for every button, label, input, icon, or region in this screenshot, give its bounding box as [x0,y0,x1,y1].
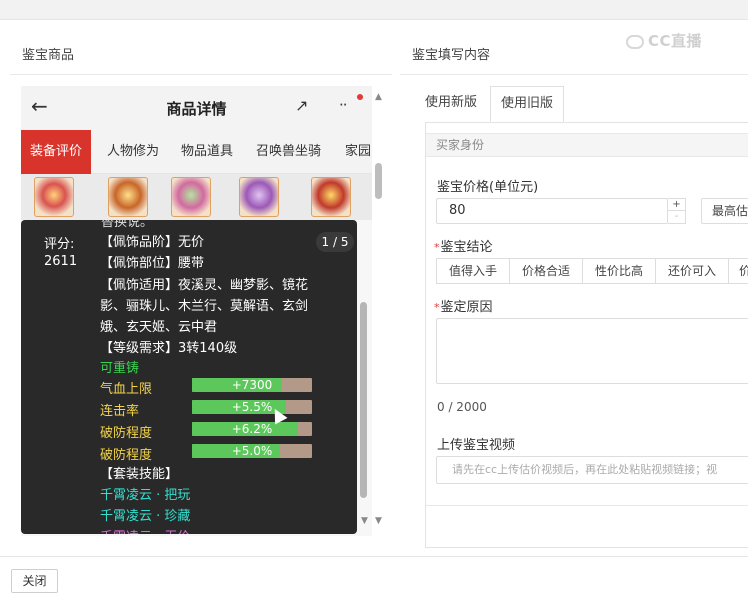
item-thumbnail[interactable] [311,177,351,217]
item-thumbnail[interactable] [171,177,211,217]
reason-label-text: 鉴定原因 [440,300,493,315]
stat-label: 破防程度 [100,448,153,463]
video-link-input[interactable]: 请先在cc上传估价视频后，再在此处粘贴视频链接；视 [436,456,748,484]
item-tooltip: 替换说。 评分: 2611 1 / 5 【佩饰品阶】无价 【佩饰部位】腰带 【佩… [21,220,357,534]
watermark-text: CC直播 [648,32,703,50]
item-thumbnail[interactable] [108,177,148,217]
right-section-title: 鉴宝填写内容 [412,48,491,63]
price-input[interactable]: 80 [436,198,668,224]
conclusion-option-more[interactable]: 价 [728,258,748,284]
notification-dot-icon [357,94,363,100]
buyer-identity-header: 买家身份 [426,133,748,157]
stat-value: +5.5% [231,400,273,414]
phone-header: ← 商品详情 ↗ ·· [21,86,372,130]
tab-items[interactable]: 物品道具 [181,130,233,174]
outer-scrollbar-thumb[interactable] [375,163,382,199]
appraisal-form: 买家身份 鉴宝价格(单位元) 80 + - 最高估 *鉴宝结论 值得入手 价格合… [425,122,748,548]
score-label: 评分: [44,237,75,252]
set-skill: 千霄凌云 · 无价 [100,526,190,534]
increment-button[interactable]: + [668,199,685,211]
tab-home[interactable]: 家园 [345,130,371,174]
top-strip [0,0,748,20]
stat-bar: +5.5% [192,400,312,414]
conclusion-option-negotiable[interactable]: 还价可入 [655,258,729,284]
required-mark: * [434,241,440,254]
attribute-line: 【佩饰品阶】无价 [100,235,205,250]
score-value: 2611 [44,254,78,269]
scroll-down-arrow-icon[interactable]: ▼ [375,516,382,526]
tab-use-new-version[interactable]: 使用新版 [415,86,487,122]
price-label: 鉴宝价格(单位元) [437,180,539,195]
set-skill: 千霄凌云 · 珍藏 [100,509,191,524]
stat-value: +7300 [231,378,273,392]
panel-divider [426,505,748,506]
watermark-logo: CC直播 [626,30,702,51]
item-thumbnails [21,174,372,220]
reason-textarea[interactable] [436,318,748,384]
decrement-button[interactable]: - [668,211,685,223]
stat-bar: +6.2% [192,422,312,436]
cc-logo-icon [626,34,644,49]
phone-title: 商品详情 [166,100,227,118]
conclusion-option-worth-buying[interactable]: 值得入手 [436,258,510,284]
left-divider [10,74,392,75]
stat-bar: +7300 [192,378,312,392]
tab-summon-mounts[interactable]: 召唤兽坐骑 [256,130,321,174]
item-thumbnail[interactable] [34,177,74,217]
tooltip-top-text: 替换说。 [101,220,154,230]
share-icon[interactable]: ↗ [295,96,308,115]
attribute-line: 影、骊珠儿、木兰行、莫解语、玄剑 [100,299,309,314]
reason-label: *鉴定原因 [434,296,493,315]
attribute-line: 【等级需求】3转140级 [100,341,238,356]
tab-equipment-review[interactable]: 装备评价 [21,130,92,174]
page-indicator: 1 / 5 [316,232,354,252]
scroll-down-arrow-icon[interactable]: ▼ [361,516,368,526]
set-skill: 千霄凌云 · 把玩 [100,488,191,503]
char-counter: 0 / 2000 [437,400,487,414]
attribute-line: 娥、玄天姬、云中君 [100,320,218,335]
stat-label: 气血上限 [100,382,153,397]
set-skill-header: 【套装技能】 [100,467,179,482]
more-icon[interactable]: ·· [339,96,347,114]
reforge-label: 可重铸 [100,361,140,376]
stat-value: +5.0% [231,444,273,458]
tab-character-cultivation[interactable]: 人物修为 [107,130,159,174]
video-upload-label: 上传鉴宝视频 [437,438,516,453]
conclusion-option-fair-price[interactable]: 价格合适 [509,258,583,284]
stat-bar: +5.0% [192,444,312,458]
left-section-title: 鉴宝商品 [22,48,75,63]
max-estimate-button[interactable]: 最高估 [701,198,748,224]
stat-value: +6.2% [231,422,273,436]
tab-use-old-version[interactable]: 使用旧版 [490,86,565,122]
item-thumbnail[interactable] [239,177,279,217]
conclusion-label: *鉴宝结论 [434,236,493,255]
footer-divider [0,556,748,557]
stat-label: 连击率 [100,404,140,419]
conclusion-label-text: 鉴宝结论 [440,240,493,255]
required-mark: * [434,301,440,314]
close-button[interactable]: 关闭 [11,569,58,593]
stat-label: 破防程度 [100,426,153,441]
conclusion-option-good-value[interactable]: 性价比高 [582,258,656,284]
phone-tab-bar: 装备评价 人物修为 物品道具 召唤兽坐骑 家园 [21,130,372,174]
scroll-up-arrow-icon[interactable]: ▲ [375,92,382,102]
attribute-line: 【佩饰适用】夜溪灵、幽梦影、镜花 [100,278,309,293]
right-divider [400,74,748,75]
price-stepper: + - [668,198,686,224]
attribute-line: 【佩饰部位】腰带 [100,256,205,271]
tooltip-scrollbar-thumb[interactable] [360,302,367,498]
